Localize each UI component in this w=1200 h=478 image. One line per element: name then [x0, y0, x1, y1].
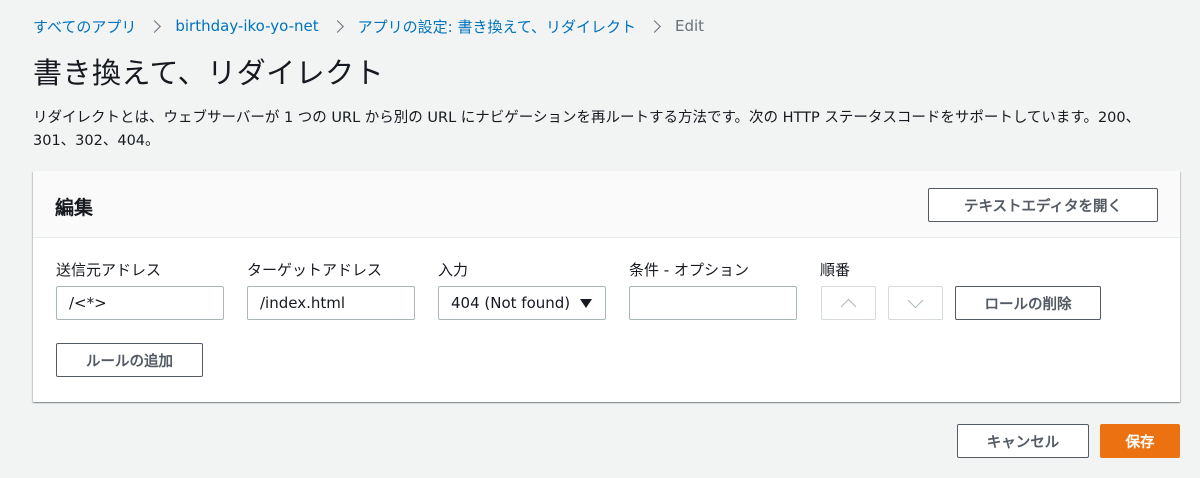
delete-rule-button[interactable]: ロールの削除 [955, 286, 1101, 320]
target-address-label: ターゲットアドレス [247, 261, 383, 279]
order-label: 順番 [820, 261, 851, 279]
caret-down-icon [580, 298, 593, 308]
chevron-right-icon [148, 19, 162, 33]
move-up-button[interactable] [821, 286, 876, 320]
source-address-label: 送信元アドレス [56, 261, 162, 279]
source-address-input[interactable]: /<*> [56, 286, 224, 320]
target-address-input[interactable]: /index.html [247, 286, 415, 320]
cancel-button[interactable]: キャンセル [957, 424, 1089, 458]
type-select-value: 404 (Not found) [451, 294, 571, 312]
page-description: リダイレクトとは、ウェブサーバーが 1 つの URL から別の URL にナビゲ… [33, 110, 1141, 149]
breadcrumb-current: Edit [674, 17, 705, 35]
condition-input[interactable] [629, 286, 797, 320]
edit-panel: 編集 テキストエディタを開く 送信元アドレス ターゲットアドレス 入力 条件 -… [33, 171, 1180, 402]
chevron-right-icon [330, 19, 344, 33]
source-address-value: /<*> [69, 294, 107, 312]
breadcrumb-app-settings[interactable]: アプリの設定: 書き換えて、リダイレクト [358, 16, 636, 37]
type-select[interactable]: 404 (Not found) [438, 286, 606, 320]
move-down-button[interactable] [888, 286, 943, 320]
breadcrumb-all-apps[interactable]: すべてのアプリ [33, 16, 136, 37]
open-text-editor-button[interactable]: テキストエディタを開く [928, 188, 1158, 222]
breadcrumb: すべてのアプリ birthday-iko-yo-net アプリの設定: 書き換え… [33, 15, 704, 37]
chevron-down-icon [907, 292, 924, 308]
page-title: 書き換えて、リダイレクト [33, 56, 385, 90]
chevron-up-icon [840, 298, 857, 314]
panel-title: 編集 [55, 197, 94, 219]
breadcrumb-app[interactable]: birthday-iko-yo-net [175, 17, 318, 35]
save-button[interactable]: 保存 [1100, 424, 1180, 458]
type-label: 入力 [438, 261, 469, 279]
chevron-right-icon [648, 19, 661, 33]
panel-header: 編集 テキストエディタを開く [33, 171, 1180, 238]
condition-label: 条件 - オプション [629, 261, 749, 279]
target-address-value: /index.html [260, 294, 346, 312]
add-rule-button[interactable]: ルールの追加 [56, 343, 203, 377]
